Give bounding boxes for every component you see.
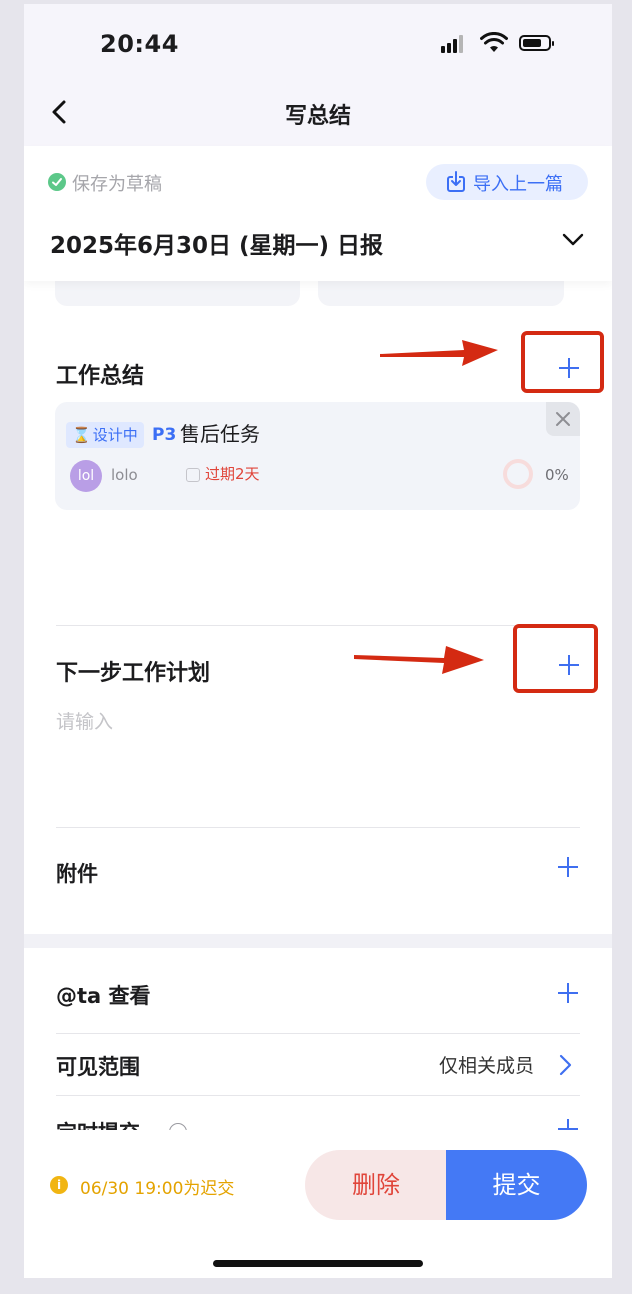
check-circle-icon [48, 173, 66, 191]
import-previous-button[interactable]: 导入上一篇 [426, 164, 588, 200]
work-summary-title: 工作总结 [56, 364, 145, 389]
home-indicator [213, 1260, 423, 1267]
annotation-box [521, 331, 604, 393]
info-warning-icon: i [50, 1176, 68, 1194]
status-bar: 20:44 [24, 4, 612, 80]
close-icon [556, 412, 570, 426]
calendar-icon [186, 468, 200, 482]
task-progress: 0% [545, 466, 569, 484]
delete-button[interactable]: 删除 [305, 1150, 447, 1220]
draft-status: 保存为草稿 [72, 174, 162, 195]
remove-task-button[interactable] [546, 402, 580, 436]
divider [56, 1033, 580, 1034]
task-card[interactable]: ⌛ 设计中 P3 售后任务 lol lolo 过期2天 0% [55, 402, 580, 510]
bottom-action-bar: i 06/30 19:00为迟交 删除 提交 [24, 1130, 612, 1278]
section-separator [24, 934, 612, 948]
download-icon [447, 171, 465, 192]
next-plan-title: 下一步工作计划 [56, 661, 211, 686]
battery-icon [519, 35, 554, 51]
hourglass-icon: ⌛ [72, 426, 91, 444]
task-name: 售后任务 [180, 422, 260, 446]
chevron-right-icon[interactable] [558, 1054, 572, 1076]
divider [56, 827, 580, 828]
import-previous-label: 导入上一篇 [473, 174, 563, 195]
divider [56, 625, 580, 626]
battery-fill [523, 39, 541, 47]
submit-button[interactable]: 提交 [446, 1150, 587, 1220]
attachments-title: 附件 [56, 862, 98, 886]
add-attachment-icon[interactable] [556, 855, 580, 879]
late-submit-warning: 06/30 19:00为迟交 [80, 1179, 235, 1199]
divider [56, 1095, 580, 1096]
task-due-status: 过期2天 [205, 465, 260, 483]
phone-screen: 20:44 写总结 保存为草稿 导入上一篇 2025年6月30日 (星期一) 日… [24, 4, 612, 1278]
task-assignee: lolo [111, 466, 138, 484]
next-plan-input[interactable]: 请输入 [56, 707, 113, 734]
nav-bar: 写总结 [24, 80, 612, 146]
wifi-icon [480, 32, 508, 52]
avatar: lol [70, 460, 102, 492]
report-header: 保存为草稿 导入上一篇 2025年6月30日 (星期一) 日报 [24, 146, 612, 281]
add-mention-icon[interactable] [556, 981, 580, 1005]
annotation-arrow [380, 340, 498, 366]
annotation-box [513, 624, 598, 693]
task-status-badge: ⌛ 设计中 [66, 422, 144, 448]
task-status-label: 设计中 [92, 426, 138, 444]
visibility-value[interactable]: 仅相关成员 [439, 1051, 534, 1078]
page-title: 写总结 [284, 104, 351, 129]
mention-title: @ta 查看 [56, 984, 151, 1008]
visibility-title: 可见范围 [56, 1055, 140, 1079]
annotation-arrow [354, 646, 484, 674]
task-priority: P3 [152, 425, 177, 445]
report-date-title[interactable]: 2025年6月30日 (星期一) 日报 [50, 226, 383, 260]
status-time: 20:44 [100, 30, 179, 58]
chevron-down-icon[interactable] [561, 232, 585, 248]
progress-ring-icon [503, 459, 533, 489]
